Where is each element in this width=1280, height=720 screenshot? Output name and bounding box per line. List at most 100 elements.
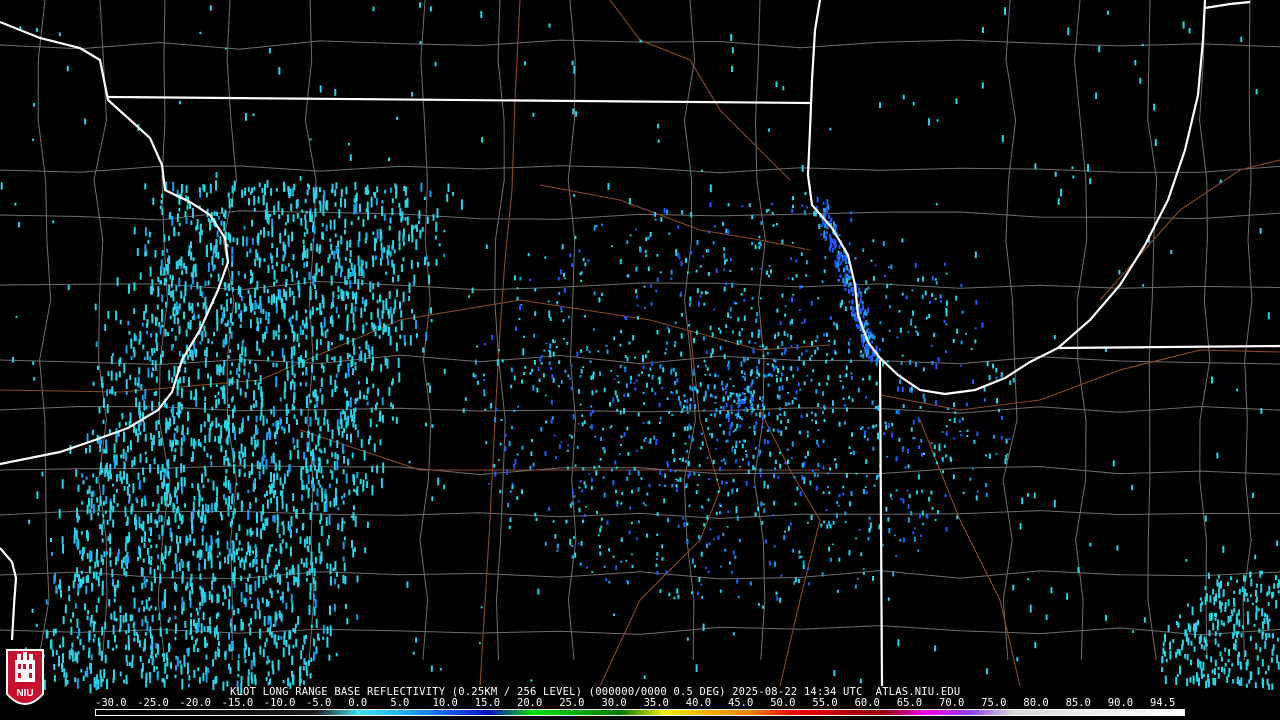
echo-pixel [656, 254, 659, 257]
echo-pixel [1001, 135, 1004, 143]
echo-pixel [918, 514, 921, 519]
echo-pixel [340, 188, 343, 197]
echo-pixel [952, 474, 955, 480]
echo-pixel [901, 386, 904, 393]
echo-pixel [531, 368, 534, 372]
echo-pixel [552, 351, 555, 357]
echo-pixel [573, 495, 576, 498]
echo-pixel [348, 142, 350, 146]
echo-pixel [106, 404, 109, 414]
echo-pixel [334, 452, 337, 459]
echo-pixel [910, 386, 913, 391]
echo-pixel [244, 555, 247, 563]
echo-pixel [960, 340, 963, 345]
echo-pixel [794, 502, 797, 506]
echo-pixel [122, 448, 125, 460]
echo-pixel [165, 469, 168, 477]
echo-pixel [237, 343, 240, 350]
echo-pixel [102, 486, 105, 495]
echo-pixel [349, 154, 352, 161]
echo-pixel [846, 278, 849, 284]
echo-pixel [741, 328, 744, 331]
echo-pixel [828, 491, 831, 495]
echo-pixel [430, 319, 433, 323]
echo-pixel [317, 436, 320, 447]
echo-pixel [1231, 613, 1234, 617]
echo-pixel [337, 524, 340, 529]
echo-pixel [976, 490, 979, 493]
echo-pixel [281, 298, 284, 307]
echo-pixel [752, 349, 755, 354]
echo-pixel [292, 493, 295, 502]
echo-pixel [158, 613, 161, 621]
echo-pixel [1004, 7, 1006, 15]
echo-pixel [779, 377, 782, 382]
echo-pixel [998, 408, 1000, 413]
echo-pixel [759, 297, 762, 300]
echo-pixel [580, 271, 583, 275]
echo-pixel [896, 336, 899, 339]
echo-pixel [599, 551, 602, 556]
echo-pixel [1116, 545, 1119, 551]
echo-pixel [281, 490, 284, 501]
echo-pixel [823, 419, 826, 423]
echo-pixel [250, 470, 253, 475]
echo-pixel [210, 535, 213, 546]
echo-pixel [174, 553, 177, 564]
echo-pixel [1233, 608, 1236, 613]
echo-pixel [183, 434, 186, 442]
echo-pixel [434, 235, 437, 240]
echo-pixel [924, 290, 927, 296]
echo-pixel [655, 289, 658, 293]
echo-pixel [231, 280, 234, 285]
echo-pixel [836, 501, 839, 504]
echo-pixel [736, 423, 739, 429]
echo-pixel [293, 332, 296, 337]
echo-pixel [1176, 673, 1179, 677]
echo-pixel [796, 344, 799, 350]
echo-pixel [811, 469, 814, 473]
echo-pixel [1001, 415, 1003, 420]
echo-pixel [211, 341, 214, 345]
echo-pixel [1214, 659, 1217, 667]
echo-pixel [277, 324, 280, 333]
echo-pixel [240, 575, 243, 582]
echo-pixel [800, 414, 803, 419]
echo-pixel [684, 399, 686, 403]
echo-pixel [228, 404, 230, 408]
echo-pixel [816, 439, 819, 445]
echo-pixel [247, 577, 249, 582]
echo-pixel [229, 521, 232, 528]
echo-pixel [208, 617, 211, 625]
echo-pixel [783, 349, 786, 355]
echo-pixel [329, 501, 332, 508]
echo-pixel [293, 183, 296, 191]
echo-pixel [358, 346, 361, 349]
echo-pixel [865, 459, 868, 465]
echo-pixel [722, 387, 724, 391]
echo-pixel [139, 656, 142, 660]
echo-pixel [493, 464, 496, 468]
colorbar-tick-label: 70.0 [939, 697, 965, 709]
echo-pixel [197, 621, 200, 633]
echo-pixel [674, 321, 677, 325]
echo-pixel [141, 600, 144, 605]
echo-pixel [337, 286, 340, 293]
echo-pixel [227, 284, 230, 288]
echo-pixel [389, 335, 392, 346]
echo-pixel [820, 233, 823, 236]
echo-pixel [249, 502, 252, 510]
echo-pixel [269, 626, 271, 636]
echo-pixel [223, 221, 226, 231]
echo-pixel [224, 656, 227, 660]
echo-pixel [786, 376, 788, 381]
echo-pixel [431, 424, 434, 428]
echo-pixel [1186, 678, 1189, 687]
echo-pixel [1167, 624, 1170, 633]
echo-pixel [151, 400, 154, 411]
echo-pixel [232, 572, 234, 582]
echo-pixel [513, 375, 516, 381]
echo-pixel [411, 92, 414, 97]
echo-pixel [287, 587, 290, 591]
echo-pixel [480, 606, 483, 609]
